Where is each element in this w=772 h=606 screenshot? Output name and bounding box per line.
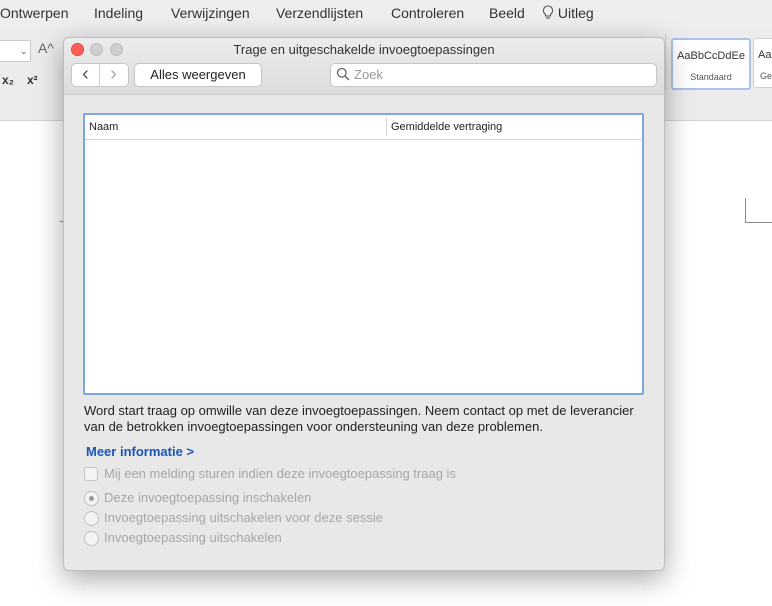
grow-font-button[interactable]: A^: [38, 40, 54, 56]
chevron-left-icon: ‹: [82, 63, 89, 85]
more-info-link[interactable]: Meer informatie >: [86, 444, 194, 459]
column-header-name[interactable]: Naam: [89, 121, 118, 133]
tab-verzendlijsten[interactable]: Verzendlijsten: [276, 5, 363, 21]
page-corner-marker: [745, 198, 772, 223]
show-all-button[interactable]: Alles weergeven: [134, 63, 262, 87]
ribbon-tab-bar: Ontwerpen Indeling Verwijzingen Verzendl…: [0, 0, 772, 28]
subscript-button[interactable]: x₂: [2, 73, 14, 87]
superscript-button[interactable]: x²: [27, 73, 38, 87]
forward-button[interactable]: ›: [100, 64, 127, 86]
search-icon: [336, 67, 350, 81]
radio-label: Deze invoegtoepassing inschakelen: [104, 490, 312, 505]
dialog-titlebar: Trage en uitgeschakelde invoegtoepassing…: [64, 38, 664, 95]
style-name: Ge: [760, 71, 772, 81]
notify-checkbox-label: Mij een melding sturen indien deze invoe…: [104, 466, 456, 481]
radio-button-selected[interactable]: [84, 491, 99, 506]
tab-beeld[interactable]: Beeld: [489, 5, 525, 21]
tab-controleren[interactable]: Controleren: [391, 5, 464, 21]
slow-addins-dialog: Trage en uitgeschakelde invoegtoepassing…: [63, 37, 665, 571]
style-name: Standaard: [690, 72, 732, 82]
tab-verwijzingen[interactable]: Verwijzingen: [171, 5, 250, 21]
style-preview: AaBbCcDdEe: [677, 50, 745, 62]
style-standaard[interactable]: AaBbCcDdEe Standaard: [671, 38, 751, 90]
dialog-title: Trage en uitgeschakelde invoegtoepassing…: [233, 42, 495, 57]
tab-uitleg-label: Uitleg: [557, 5, 594, 21]
style-next[interactable]: AaBb Ge: [753, 38, 772, 88]
notify-checkbox[interactable]: [84, 467, 98, 481]
radio-label: Invoegtoepassing uitschakelen voor deze …: [104, 510, 383, 525]
addins-table[interactable]: Naam Gemiddelde vertraging: [83, 113, 644, 395]
description-text: Word start traag op omwille van deze inv…: [84, 403, 634, 434]
chevron-right-icon: ›: [110, 63, 117, 85]
radio-button[interactable]: [84, 511, 99, 526]
radio-label: Invoegtoepassing uitschakelen: [104, 530, 282, 545]
column-divider[interactable]: [386, 118, 387, 136]
lightbulb-icon: [542, 5, 554, 19]
search-placeholder: Zoek: [354, 67, 383, 82]
navigation-buttons: ‹ ›: [71, 63, 129, 87]
radio-button[interactable]: [84, 531, 99, 546]
font-size-dropdown[interactable]: ⌄: [0, 40, 31, 62]
ribbon-divider: [665, 34, 666, 90]
tab-uitleg[interactable]: Uitleg: [542, 5, 594, 21]
style-preview: AaBb: [758, 49, 772, 61]
back-button[interactable]: ‹: [72, 64, 100, 86]
tab-indeling[interactable]: Indeling: [94, 5, 143, 21]
column-header-delay[interactable]: Gemiddelde vertraging: [391, 121, 502, 133]
search-field[interactable]: Zoek: [330, 63, 657, 87]
tab-ontwerpen[interactable]: Ontwerpen: [0, 5, 68, 21]
table-header: Naam Gemiddelde vertraging: [85, 115, 642, 140]
